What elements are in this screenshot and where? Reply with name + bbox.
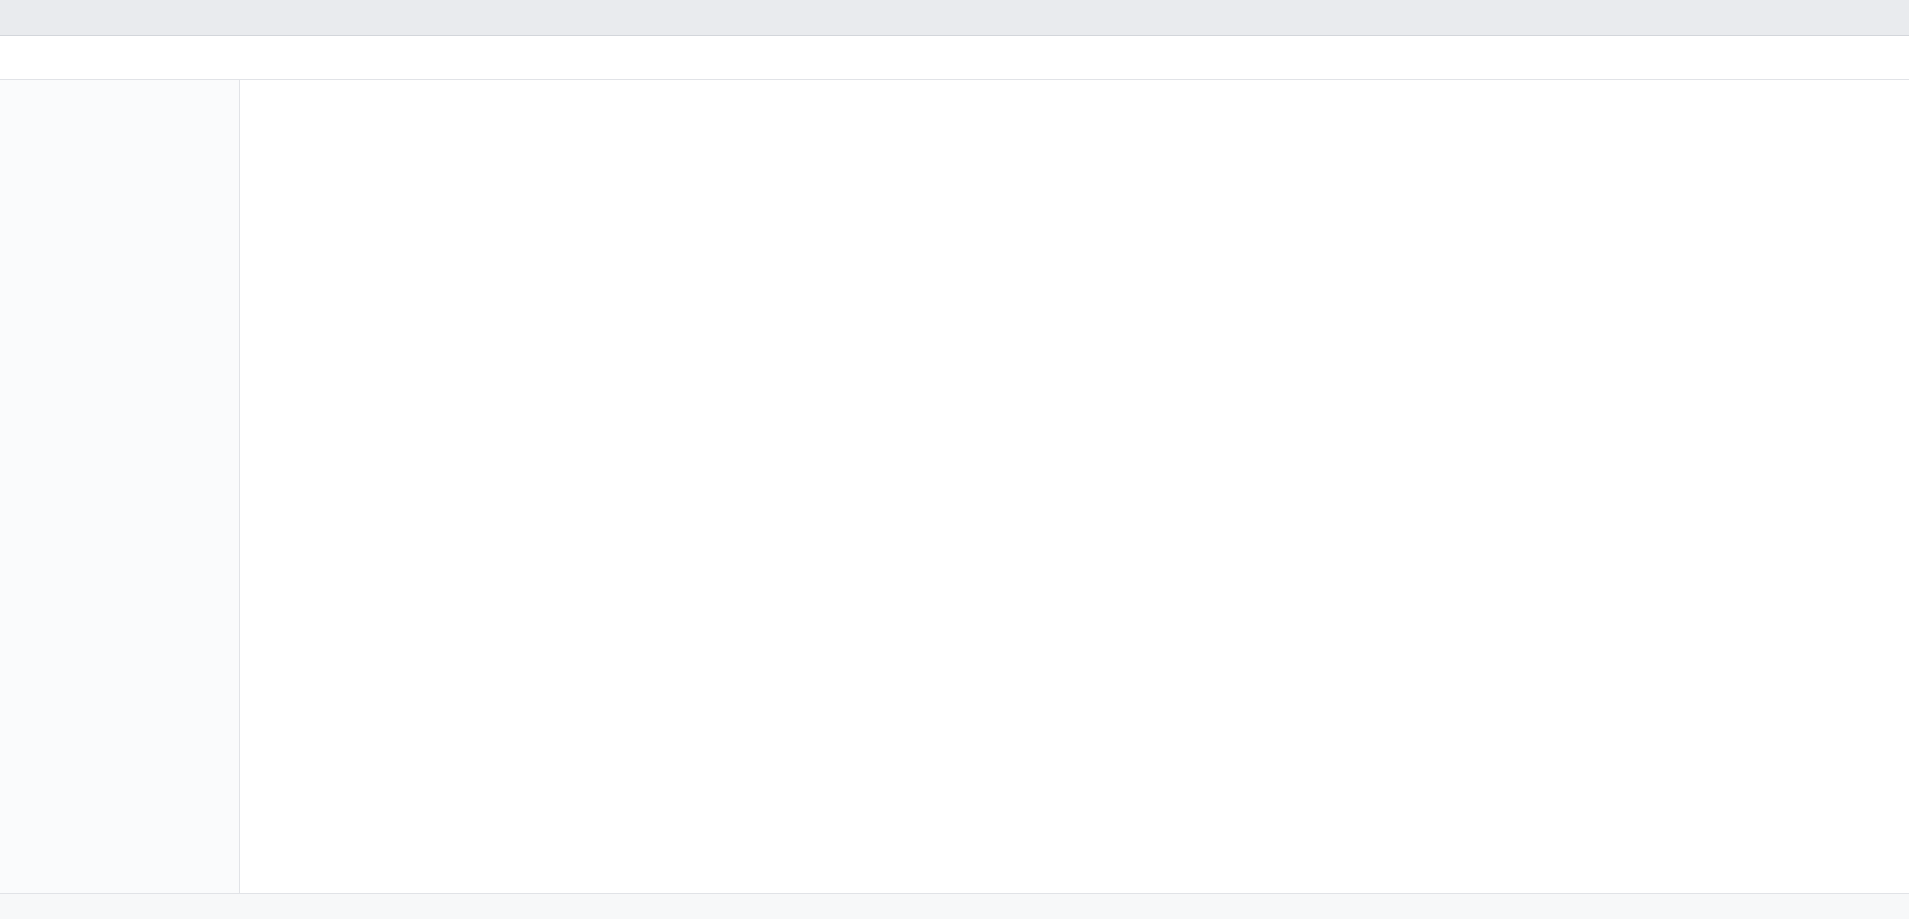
- status-bar: [0, 893, 1909, 919]
- content-area: [0, 80, 1909, 893]
- page-title: [264, 100, 1885, 124]
- main-panel: [240, 80, 1909, 893]
- app-window: [0, 0, 1909, 919]
- title-bar: [0, 0, 1909, 36]
- sidebar: [0, 80, 240, 893]
- toolbar: [0, 36, 1909, 80]
